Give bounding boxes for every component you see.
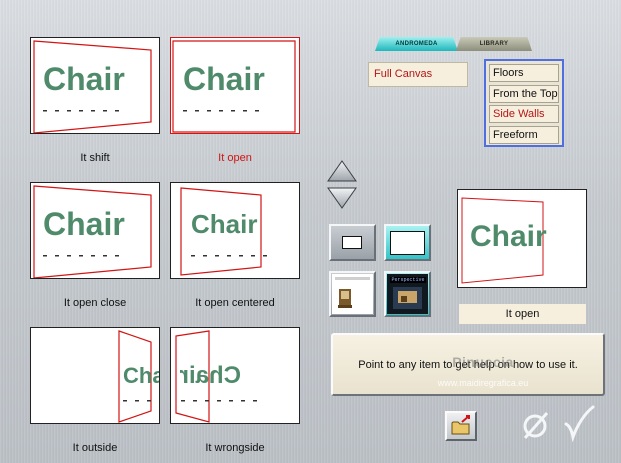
chair-perspective-image: Chair bbox=[33, 40, 152, 133]
small-rect-icon bbox=[342, 236, 362, 249]
preview-caption: It open bbox=[459, 304, 586, 324]
guide-dot bbox=[123, 400, 127, 402]
preset-caption[interactable]: It wrongside bbox=[160, 442, 310, 454]
perspective-preview-button[interactable]: Perspective bbox=[384, 271, 431, 317]
watermark-title: Pinuccia bbox=[452, 354, 514, 370]
guide-dot bbox=[55, 255, 59, 257]
submenu-item-from-the-top[interactable]: From the Top bbox=[489, 84, 559, 103]
guide-dot bbox=[103, 255, 107, 257]
small-rect-button[interactable] bbox=[329, 224, 376, 261]
guide-dot bbox=[255, 110, 259, 112]
easel-image-icon bbox=[332, 274, 373, 314]
guide-dot bbox=[55, 110, 59, 112]
guide-dot bbox=[181, 400, 185, 402]
guide-dot bbox=[251, 255, 255, 257]
guide-dot bbox=[217, 400, 221, 402]
cancel-icon[interactable] bbox=[520, 409, 552, 441]
preset-thumbnail[interactable]: Chair bbox=[30, 327, 160, 424]
preset-caption[interactable]: It open bbox=[160, 152, 310, 164]
canvas-mode-selected[interactable]: Full Canvas bbox=[368, 62, 468, 87]
chair-word: Chair bbox=[43, 61, 125, 97]
chair-perspective-image: Chair bbox=[118, 330, 160, 423]
chair-perspective-image: Chair bbox=[180, 187, 267, 276]
perspective-thumbnail: Perspective bbox=[387, 274, 428, 314]
chair-perspective-image: Chair bbox=[33, 185, 152, 278]
watermark-url: www.maidiregrafica.eu bbox=[437, 378, 529, 388]
preset-thumbnail[interactable]: Chair bbox=[30, 182, 160, 279]
guide-dot bbox=[215, 255, 219, 257]
tab-library[interactable]: LIBRARY bbox=[456, 37, 532, 51]
arrow-up-icon[interactable] bbox=[327, 160, 357, 182]
guide-dot bbox=[227, 255, 231, 257]
result-preview: Chair bbox=[457, 189, 587, 288]
guide-dot bbox=[219, 110, 223, 112]
guide-dot bbox=[91, 110, 95, 112]
guide-dot bbox=[103, 110, 107, 112]
preview-chair-image: Chair bbox=[461, 197, 547, 284]
arrow-down-icon[interactable] bbox=[327, 187, 357, 209]
guide-dot bbox=[135, 400, 139, 402]
guide-dot bbox=[115, 255, 119, 257]
preset-caption[interactable]: It open centered bbox=[160, 297, 310, 309]
guide-dot bbox=[79, 255, 83, 257]
guide-dot bbox=[183, 110, 187, 112]
preset-thumbnail[interactable]: Chair bbox=[30, 37, 160, 134]
guide-dot bbox=[205, 400, 209, 402]
chair-word: Chair bbox=[123, 363, 160, 388]
preset-thumbnail[interactable]: Chair bbox=[170, 327, 300, 424]
guide-dot bbox=[239, 255, 243, 257]
guide-dot bbox=[91, 255, 95, 257]
guide-dot bbox=[67, 255, 71, 257]
preset-caption[interactable]: It open close bbox=[20, 297, 170, 309]
guide-dot bbox=[159, 400, 160, 402]
guide-dot bbox=[195, 110, 199, 112]
chair-word: Chair bbox=[183, 61, 265, 97]
checkmark-icon[interactable] bbox=[562, 404, 596, 442]
chair-word: Chair bbox=[43, 206, 125, 242]
preview-word: Chair bbox=[470, 220, 547, 253]
guide-dot bbox=[79, 110, 83, 112]
preset-caption[interactable]: It shift bbox=[20, 152, 170, 164]
background-image-button[interactable] bbox=[329, 271, 376, 317]
guide-dot bbox=[193, 400, 197, 402]
preset-thumbnail[interactable]: Chair bbox=[170, 37, 300, 134]
guide-dot bbox=[253, 400, 257, 402]
guide-dot bbox=[243, 110, 247, 112]
room-image-icon bbox=[393, 287, 422, 309]
guide-dot bbox=[115, 110, 119, 112]
preset-caption[interactable]: It outside bbox=[20, 442, 170, 454]
preset-thumbnail[interactable]: Chair bbox=[170, 182, 300, 279]
folder-open-icon bbox=[451, 415, 470, 435]
guide-dot bbox=[241, 400, 245, 402]
chair-perspective-image: Chair bbox=[172, 40, 296, 133]
guide-dot bbox=[207, 110, 211, 112]
submenu-item-floors[interactable]: Floors bbox=[489, 64, 559, 82]
canvas-submenu: Floors From the Top Side Walls Freeform bbox=[484, 59, 564, 147]
tab-andromeda[interactable]: ANDROMEDA bbox=[375, 37, 458, 51]
chair-word: Chair bbox=[191, 209, 257, 239]
guide-dot bbox=[263, 255, 267, 257]
guide-dot bbox=[191, 255, 195, 257]
large-rect-icon bbox=[390, 231, 425, 255]
guide-dot bbox=[203, 255, 207, 257]
chair-perspective-image: Chair bbox=[175, 330, 257, 423]
submenu-item-freeform[interactable]: Freeform bbox=[489, 125, 559, 144]
guide-dot bbox=[43, 255, 47, 257]
guide-dot bbox=[147, 400, 151, 402]
open-file-button[interactable] bbox=[445, 411, 477, 441]
large-rect-button[interactable] bbox=[384, 224, 431, 261]
chair-word: Chair bbox=[180, 362, 241, 389]
guide-dot bbox=[229, 400, 233, 402]
guide-dot bbox=[231, 110, 235, 112]
submenu-item-side-walls[interactable]: Side Walls bbox=[489, 105, 559, 123]
guide-dot bbox=[43, 110, 47, 112]
guide-dot bbox=[67, 110, 71, 112]
